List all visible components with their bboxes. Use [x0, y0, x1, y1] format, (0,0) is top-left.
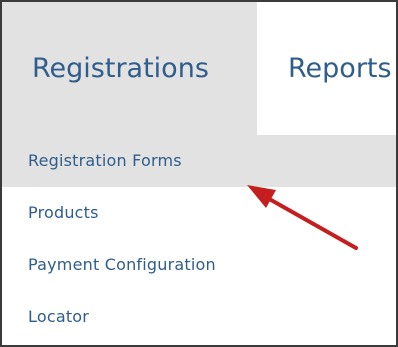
menu-item-payment-configuration[interactable]: Payment Configuration: [2, 239, 396, 291]
tab-registrations[interactable]: Registrations: [2, 2, 257, 135]
registrations-dropdown-menu: Registration Forms Products Payment Conf…: [2, 135, 396, 343]
menu-item-label: Registration Forms: [28, 151, 182, 170]
menu-item-registration-forms[interactable]: Registration Forms: [2, 135, 396, 187]
menu-item-locator[interactable]: Locator: [2, 291, 396, 343]
top-nav: Registrations Reports: [2, 2, 396, 135]
tab-reports[interactable]: Reports: [257, 2, 396, 135]
tab-reports-label: Reports: [288, 53, 392, 84]
app-frame: Registrations Reports Registration Forms…: [0, 0, 398, 347]
tab-registrations-label: Registrations: [32, 53, 209, 84]
menu-item-label: Locator: [28, 307, 90, 326]
menu-item-label: Payment Configuration: [28, 255, 216, 274]
menu-item-products[interactable]: Products: [2, 187, 396, 239]
menu-item-label: Products: [28, 203, 99, 222]
